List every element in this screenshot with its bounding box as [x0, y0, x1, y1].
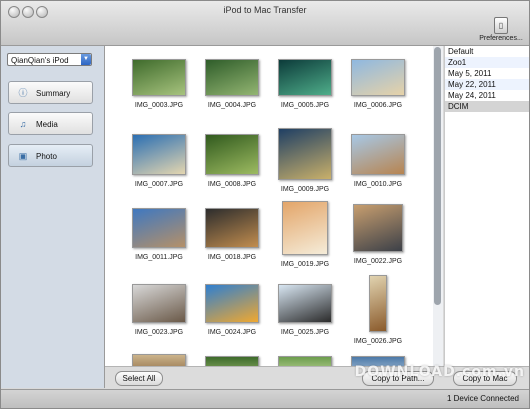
preferences-label: Preferences... [479, 35, 523, 42]
photo-filename: IMG_0004.JPG [207, 102, 257, 109]
status-text: 1 Device Connected [446, 394, 519, 403]
folder-item[interactable]: Default [445, 46, 529, 57]
photo-thumbnail [369, 275, 387, 332]
chevron-down-icon: ▼ [81, 54, 91, 65]
title-bar: iPod to Mac Transfer ▯ Preferences... [1, 1, 529, 46]
photo-item[interactable]: IMG_0023.JPG [126, 284, 192, 336]
photo-filename: IMG_0006.JPG [353, 102, 403, 109]
photo-item[interactable]: IMG_0007.JPG [126, 134, 192, 188]
photo-thumbnail [351, 134, 405, 175]
photo-grid-scrollbar[interactable] [433, 46, 443, 366]
photo-thumbnail [278, 356, 332, 366]
photo-filename: IMG_0007.JPG [134, 181, 184, 188]
device-name: QianQian's iPod [11, 56, 69, 65]
folder-item[interactable]: May 22, 2011 [445, 79, 529, 90]
photo-filename: IMG_0003.JPG [134, 102, 184, 109]
photo-thumbnail [205, 208, 259, 248]
photo-thumbnail [132, 59, 186, 96]
folder-list: Default Zoo1 May 5, 2011 May 22, 2011 Ma… [444, 46, 529, 366]
photo-thumbnail [205, 59, 259, 96]
photo-item[interactable]: IMG_0025.JPG [272, 284, 338, 336]
photo-item[interactable]: IMG_0006.JPG [345, 59, 411, 109]
photo-item[interactable]: IMG_0004.JPG [199, 59, 265, 109]
photo-thumbnail [205, 284, 259, 323]
photo-item[interactable]: IMG_0022.JPG [345, 204, 411, 265]
photo-filename: IMG_0024.JPG [207, 329, 257, 336]
photo-grid: IMG_0003.JPG IMG_0004.JPG IMG_0005.JPG I… [105, 46, 443, 366]
info-icon: ⓘ [18, 88, 28, 98]
photo-item[interactable]: IMG_0024.JPG [199, 284, 265, 336]
nav-summary-button[interactable]: ⓘ Summary [8, 81, 93, 104]
scrollbar-thumb[interactable] [434, 47, 441, 305]
photo-filename: IMG_0011.JPG [135, 254, 183, 261]
photo-item[interactable]: IMG_0026.JPG [345, 275, 411, 345]
photo-thumbnail [278, 128, 332, 180]
nav-photo-button[interactable]: ▣ Photo [8, 144, 93, 167]
photo-item[interactable] [272, 356, 338, 366]
photo-thumbnail [353, 204, 403, 252]
photo-item[interactable]: IMG_0010.JPG [345, 134, 411, 188]
photo-thumbnail [132, 284, 186, 323]
photo-thumbnail [132, 134, 186, 175]
nav-photo-label: Photo [36, 152, 57, 161]
app-window: iPod to Mac Transfer ▯ Preferences... Qi… [0, 0, 530, 409]
photo-item[interactable]: IMG_0019.JPG [272, 201, 338, 268]
photo-item[interactable] [126, 354, 192, 366]
photo-filename: IMG_0025.JPG [280, 329, 330, 336]
photo-item[interactable] [199, 356, 265, 366]
music-note-icon: ♫ [19, 119, 27, 129]
sidebar: QianQian's iPod ▼ ⓘ Summary ♫ Media ▣ Ph… [1, 46, 105, 388]
photo-filename: IMG_0023.JPG [134, 329, 184, 336]
photo-filename: IMG_0019.JPG [280, 261, 330, 268]
photo-item[interactable]: IMG_0003.JPG [126, 59, 192, 109]
photo-filename: IMG_0009.JPG [280, 186, 330, 193]
photo-filename: IMG_0005.JPG [280, 102, 330, 109]
photo-filename: IMG_0008.JPG [207, 181, 257, 188]
photo-thumbnail [278, 59, 332, 96]
photo-thumbnail [205, 356, 259, 366]
nav-summary-label: Summary [36, 89, 71, 98]
photo-thumbnail [282, 201, 328, 255]
preferences-icon: ▯ [494, 17, 508, 34]
photo-item[interactable]: IMG_0009.JPG [272, 128, 338, 193]
photo-filename: IMG_0018.JPG [207, 254, 257, 261]
nav-media-button[interactable]: ♫ Media [8, 112, 93, 135]
device-select[interactable]: QianQian's iPod ▼ [7, 53, 92, 66]
photo-item[interactable]: IMG_0008.JPG [199, 134, 265, 188]
photo-filename: IMG_0026.JPG [353, 338, 403, 345]
status-bar: 1 Device Connected [1, 389, 529, 408]
photo-item[interactable]: IMG_0011.JPG [126, 208, 192, 261]
photo-filename: IMG_0022.JPG [353, 258, 403, 265]
folder-item-selected[interactable]: DCIM [445, 101, 529, 112]
folder-item[interactable]: May 24, 2011 [445, 90, 529, 101]
select-all-button[interactable]: Select All [115, 371, 163, 386]
window-title: iPod to Mac Transfer [223, 5, 307, 15]
nav-media-label: Media [36, 120, 58, 129]
photo-thumbnail [351, 59, 405, 96]
photo-filename: IMG_0010.JPG [353, 181, 403, 188]
photo-thumbnail [132, 208, 186, 248]
photo-thumbnail [278, 284, 332, 323]
photo-icon: ▣ [18, 151, 28, 161]
preferences-button[interactable]: ▯ Preferences... [477, 17, 525, 43]
watermark: DOWNLOAD.com.vn [354, 364, 525, 380]
photo-thumbnail [205, 134, 259, 175]
photo-item[interactable]: IMG_0018.JPG [199, 208, 265, 261]
folder-item[interactable]: May 5, 2011 [445, 68, 529, 79]
photo-thumbnail [132, 354, 186, 366]
folder-item[interactable]: Zoo1 [445, 57, 529, 68]
photo-item[interactable]: IMG_0005.JPG [272, 59, 338, 109]
